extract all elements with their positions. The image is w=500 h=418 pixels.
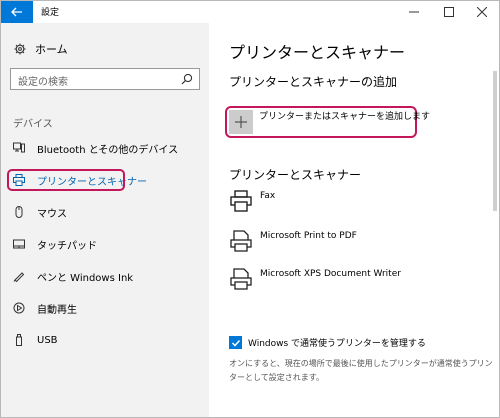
add-printer-label: プリンターまたはスキャナーを追加します bbox=[259, 112, 431, 122]
printer-device-icon bbox=[230, 190, 252, 212]
sidebar-item-label: 自動再生 bbox=[37, 304, 77, 316]
settings-window: 設定 ホーム 設定の検索 デバイス Bluetooth とその他のデバイス プリ… bbox=[0, 0, 500, 418]
back-button[interactable] bbox=[1, 1, 33, 23]
sidebar-item-bluetooth[interactable]: Bluetooth とその他のデバイス bbox=[7, 137, 203, 159]
home-label: ホーム bbox=[35, 43, 68, 56]
printer-name: Fax bbox=[260, 191, 276, 201]
printer-item-xps[interactable]: Microsoft XPS Document Writer bbox=[229, 267, 401, 291]
sidebar-item-touchpad[interactable]: タッチパッド bbox=[7, 233, 203, 255]
touchpad-icon bbox=[13, 238, 25, 250]
home-link[interactable]: ホーム bbox=[13, 41, 68, 57]
sidebar-item-printers-scanners[interactable]: プリンターとスキャナー bbox=[7, 169, 203, 191]
selection-highlight bbox=[7, 169, 125, 191]
printer-device-icon bbox=[230, 268, 252, 290]
maximize-button[interactable] bbox=[432, 1, 466, 23]
category-label: デバイス bbox=[13, 119, 53, 130]
maximize-icon bbox=[444, 7, 454, 17]
printer-name: Microsoft XPS Document Writer bbox=[260, 269, 401, 279]
checkmark-icon bbox=[229, 336, 242, 349]
bluetooth-devices-icon bbox=[13, 142, 25, 154]
default-printer-checkbox[interactable]: Windows で通常使うプリンターを管理する bbox=[229, 336, 426, 349]
minimize-button[interactable] bbox=[397, 1, 431, 23]
add-section-title: プリンターとスキャナーの追加 bbox=[229, 75, 398, 89]
sidebar-item-label: Bluetooth とその他のデバイス bbox=[37, 144, 179, 156]
printer-item-fax[interactable]: Fax bbox=[229, 189, 275, 213]
printer-item-pdf[interactable]: Microsoft Print to PDF bbox=[229, 229, 357, 253]
autoplay-icon bbox=[13, 302, 25, 314]
mouse-icon bbox=[13, 206, 25, 218]
printer-name: Microsoft Print to PDF bbox=[260, 231, 357, 241]
sidebar-item-label: USB bbox=[37, 334, 58, 346]
sidebar-item-autoplay[interactable]: 自動再生 bbox=[7, 297, 203, 319]
usb-icon bbox=[13, 334, 25, 346]
gear-icon bbox=[13, 42, 27, 56]
close-button[interactable] bbox=[465, 1, 499, 23]
close-icon bbox=[477, 7, 487, 17]
checkbox-label: Windows で通常使うプリンターを管理する bbox=[248, 339, 426, 349]
window-title: 設定 bbox=[41, 8, 60, 18]
sidebar-item-label: マウス bbox=[37, 208, 67, 220]
plus-icon bbox=[229, 110, 253, 134]
sidebar-item-label: タッチパッド bbox=[37, 240, 97, 252]
page-title: プリンターとスキャナー bbox=[229, 43, 406, 62]
sidebar-item-pen[interactable]: ペンと Windows Ink bbox=[7, 265, 203, 287]
checkbox-description: オンにすると、現在の場所で最後に使用したプリンターが通常使うプリンターとして設定… bbox=[229, 359, 493, 382]
title-bar: 設定 bbox=[1, 1, 499, 23]
scrollbar[interactable] bbox=[493, 71, 497, 211]
printer-device-icon bbox=[230, 230, 252, 252]
minimize-icon bbox=[409, 11, 419, 13]
settings-search-input[interactable]: 設定の検索 bbox=[10, 68, 200, 90]
search-icon bbox=[181, 73, 193, 85]
sidebar-item-label: ペンと Windows Ink bbox=[37, 272, 134, 284]
sidebar: ホーム 設定の検索 デバイス Bluetooth とその他のデバイス プリンター… bbox=[1, 23, 209, 417]
pen-icon bbox=[13, 270, 25, 282]
sidebar-item-usb[interactable]: USB bbox=[7, 329, 203, 351]
search-placeholder: 設定の検索 bbox=[18, 77, 68, 88]
back-arrow-icon bbox=[11, 7, 22, 17]
printer-list-title: プリンターとスキャナー bbox=[229, 168, 362, 182]
sidebar-item-mouse[interactable]: マウス bbox=[7, 201, 203, 223]
main-content: プリンターとスキャナー プリンターとスキャナーの追加 プリンターまたはスキャナー… bbox=[209, 23, 499, 417]
